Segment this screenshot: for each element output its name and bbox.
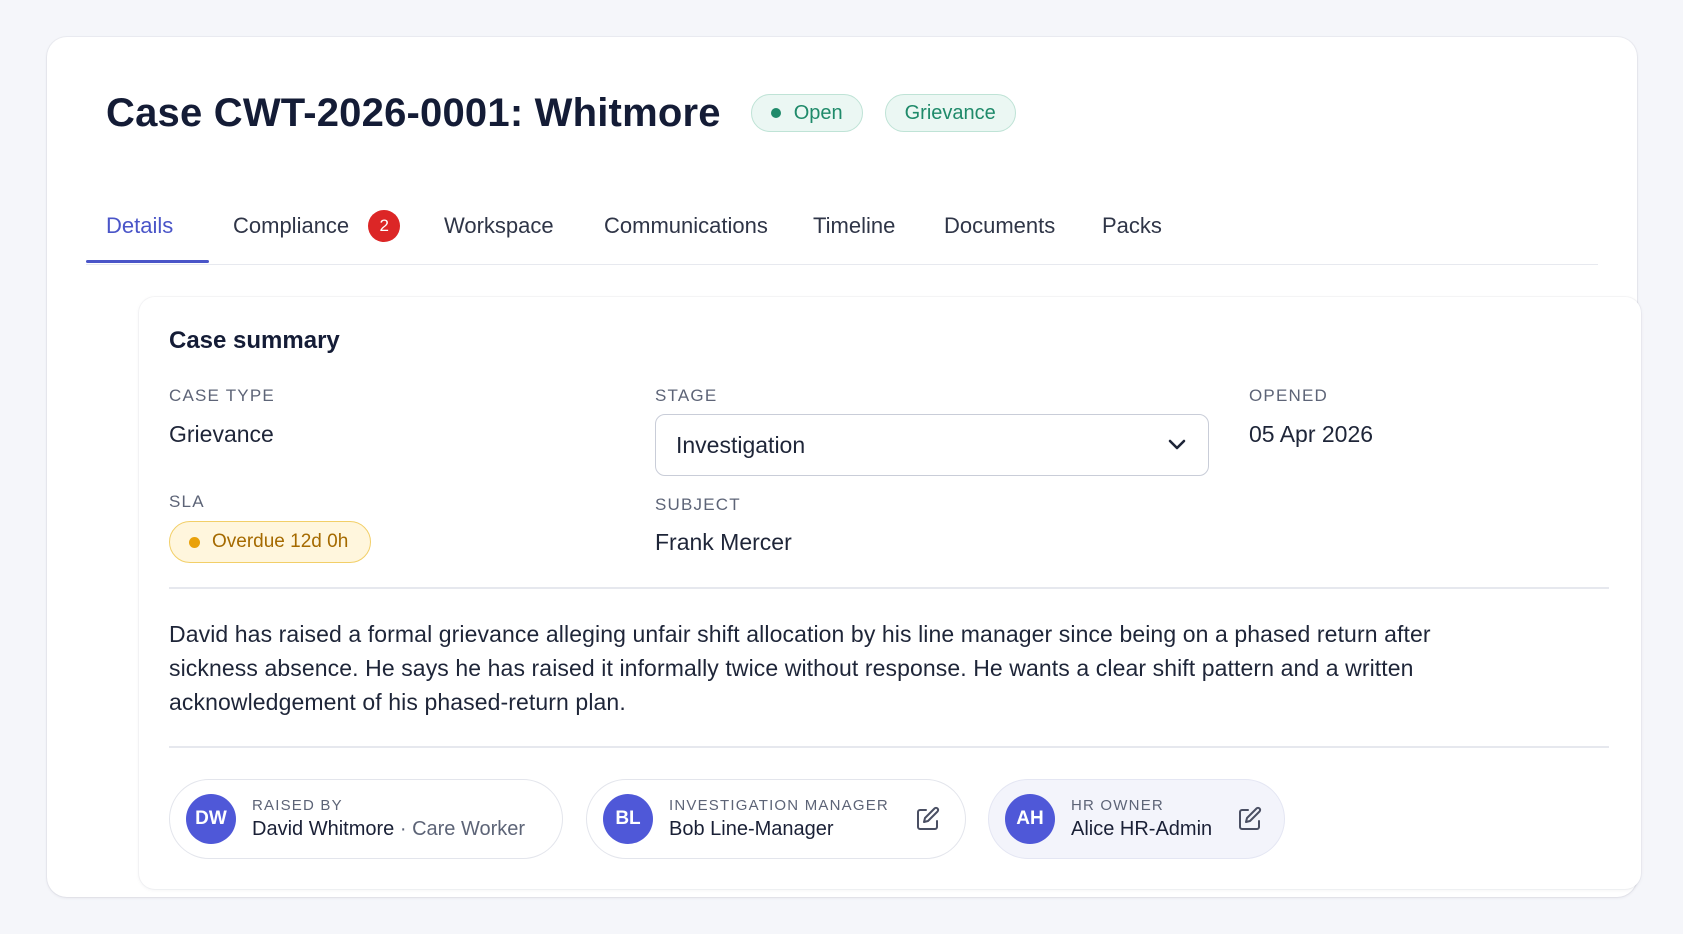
raised-by-name: David Whitmore: [252, 818, 395, 840]
case-header: Case CWT-2026-0001: Whitmore Open Grieva…: [106, 83, 1016, 143]
tab-compliance-label: Compliance: [233, 213, 350, 238]
tab-details[interactable]: Details: [106, 187, 173, 265]
separator: ·: [399, 818, 407, 840]
hr-owner-name: Alice HR-Admin: [1071, 818, 1213, 840]
subject-value: Frank Mercer: [655, 529, 792, 555]
avatar: DW: [186, 794, 236, 844]
case-summary-panel: Case summary CASE TYPE Grievance STAGE I…: [139, 297, 1641, 889]
tab-packs[interactable]: Packs: [1102, 187, 1162, 265]
hr-owner-label: HR OWNER: [1071, 797, 1164, 814]
subject-label: SUBJECT: [655, 495, 741, 514]
chevron-down-icon: [1166, 434, 1188, 456]
hr-owner-card: AH HR OWNER Alice HR-Admin: [988, 779, 1285, 859]
investigation-manager-name: Bob Line-Manager: [669, 818, 834, 840]
sla-status-badge: Overdue 12d 0h: [169, 521, 372, 563]
case-type-value: Grievance: [169, 421, 274, 447]
tab-communications-label: Communications: [604, 213, 768, 238]
raised-by-job-title: Care Worker: [412, 818, 526, 840]
tab-bar: Details Compliance 2 Workspace Communica…: [86, 187, 1598, 265]
case-summary-title: Case summary: [169, 327, 340, 354]
stage-select[interactable]: Investigation: [655, 414, 1209, 476]
opened-label: OPENED: [1249, 386, 1328, 405]
status-dot-icon: [770, 108, 781, 118]
tab-documents-label: Documents: [944, 213, 1056, 238]
page-title: Case CWT-2026-0001: Whitmore: [106, 90, 721, 135]
divider: [169, 746, 1609, 748]
tab-documents[interactable]: Documents: [944, 187, 1055, 265]
raised-by-label: RAISED BY: [252, 797, 343, 814]
case-description: David has raised a formal grievance alle…: [169, 621, 1431, 715]
stage-label: STAGE: [655, 386, 718, 405]
case-card: Case CWT-2026-0001: Whitmore Open Grieva…: [47, 37, 1641, 897]
edit-icon[interactable]: [1235, 804, 1265, 834]
sla-label: SLA: [169, 492, 205, 511]
raised-by-card: DW RAISED BY David Whitmore · Care Worke…: [169, 779, 563, 859]
status-badge: Open: [750, 94, 863, 132]
active-tab-indicator: [86, 260, 209, 263]
tab-details-label: Details: [106, 213, 174, 238]
tab-timeline[interactable]: Timeline: [813, 187, 895, 265]
edit-icon[interactable]: [913, 804, 943, 834]
stage-select-value: Investigation: [676, 431, 806, 458]
investigation-manager-label: INVESTIGATION MANAGER: [669, 797, 889, 814]
tab-workspace-label: Workspace: [444, 213, 554, 238]
tab-workspace[interactable]: Workspace: [444, 187, 554, 265]
tab-timeline-label: Timeline: [813, 213, 896, 238]
case-type-badge: Grievance: [884, 94, 1016, 132]
status-badge-label: Open: [793, 101, 843, 124]
sla-status-text: Overdue 12d 0h: [212, 531, 349, 552]
investigation-manager-card: BL INVESTIGATION MANAGER Bob Line-Manage…: [586, 779, 966, 859]
tab-compliance[interactable]: Compliance 2: [233, 187, 401, 265]
avatar: BL: [603, 794, 653, 844]
warning-dot-icon: [189, 536, 200, 548]
divider: [169, 587, 1609, 589]
compliance-count-badge: 2: [368, 210, 401, 242]
case-type-label: CASE TYPE: [169, 386, 275, 405]
avatar: AH: [1005, 794, 1055, 844]
tab-communications[interactable]: Communications: [604, 187, 768, 265]
opened-value: 05 Apr 2026: [1249, 421, 1374, 447]
tab-packs-label: Packs: [1102, 213, 1162, 238]
